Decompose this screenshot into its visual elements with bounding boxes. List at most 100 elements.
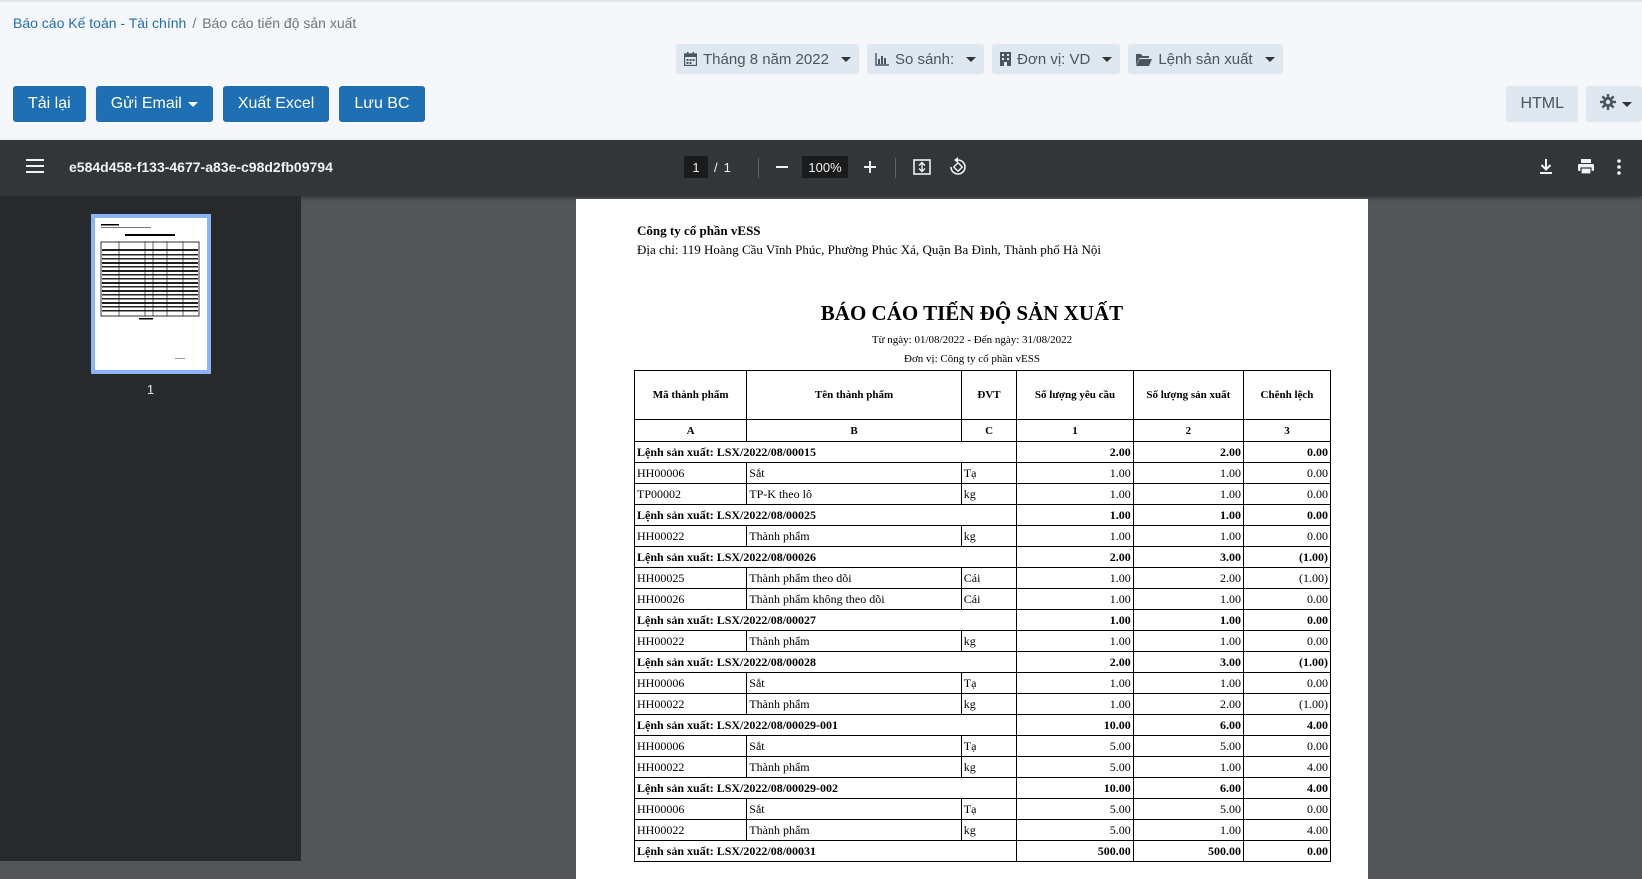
required-qty: 10.00 — [1016, 777, 1134, 799]
required-qty: 2.00 — [1016, 441, 1134, 463]
compare-filter-dropdown[interactable]: So sánh: — [866, 44, 985, 74]
calendar-icon — [684, 52, 697, 66]
produced-qty: 1.00 — [1132, 504, 1244, 526]
report-date-range: Từ ngày: 01/08/2022 - Đến ngày: 31/08/20… — [871, 334, 1073, 346]
reload-button[interactable]: Tải lại — [13, 86, 86, 122]
unit-of-measure: kg — [960, 756, 1018, 778]
product-code: HH00006 — [633, 672, 748, 694]
unit-of-measure: Tạ — [960, 798, 1018, 820]
product-name: Sắt — [746, 462, 962, 484]
page-separator: / — [714, 159, 718, 175]
chevron-down-icon — [1102, 56, 1113, 62]
company-name: Công ty cổ phần vESS — [637, 223, 761, 238]
required-qty: 1.00 — [1016, 630, 1134, 652]
breadcrumb-separator: / — [192, 15, 197, 31]
production-order-filter-dropdown[interactable]: Lệnh sản xuất — [1128, 44, 1283, 74]
chevron-down-icon — [1264, 56, 1275, 62]
print-icon[interactable] — [1576, 156, 1596, 183]
page-total: 1 — [723, 159, 731, 175]
send-email-label: Gửi Email — [110, 95, 182, 112]
product-code: HH00006 — [633, 462, 748, 484]
table-row: HH00022 Thành phẩm kg 5.00 1.00 4.00 — [633, 756, 1332, 778]
column-code: C — [960, 419, 1018, 442]
fit-to-page-icon[interactable] — [912, 156, 932, 183]
table-row: HH00022 Thành phẩm kg 1.00 1.00 0.00 — [633, 525, 1332, 547]
filter-bar: Tháng 8 năm 2022 So sánh: Đơn vị: VD Lện… — [676, 44, 1283, 74]
production-order-label: Lệnh sản xuất: LSX/2022/08/00029-002 — [633, 777, 1018, 799]
required-qty: 1.00 — [1016, 483, 1134, 505]
breadcrumb-link-accounting-reports[interactable]: Báo cáo Kế toán - Tài chính — [13, 15, 186, 31]
required-qty: 1.00 — [1016, 672, 1134, 694]
chevron-down-icon — [1622, 101, 1632, 107]
product-code: HH00022 — [633, 819, 748, 841]
rotate-icon[interactable] — [948, 156, 968, 183]
unit-of-measure: kg — [960, 525, 1018, 547]
product-code: HH00006 — [633, 798, 748, 820]
zoom-level-input[interactable]: 100% — [802, 156, 848, 178]
compare-filter-label: So sánh: — [894, 50, 955, 68]
table-row: HH00006 Sắt Tạ 5.00 5.00 0.00 — [633, 735, 1332, 757]
required-qty: 10.00 — [1016, 714, 1134, 736]
difference-qty: 0.00 — [1242, 672, 1332, 694]
product-name: Thành phẩm — [746, 630, 962, 652]
column-header: Mã thành phẩm — [633, 370, 748, 420]
produced-qty: 6.00 — [1132, 777, 1244, 799]
difference-qty: (1.00) — [1242, 693, 1332, 715]
table-row: HH00026 Thành phẩm không theo dõi Cái 1.00 1… — [633, 588, 1332, 610]
production-order-filter-label: Lệnh sản xuất — [1158, 50, 1253, 68]
zoom-in-icon[interactable] — [860, 156, 880, 183]
product-name: Thành phẩm — [746, 525, 962, 547]
hamburger-menu-icon[interactable] — [26, 159, 44, 178]
product-name: Thành phẩm theo dõi — [746, 567, 962, 589]
product-code: HH00022 — [633, 756, 748, 778]
product-name: Thành phẩm không theo dõi — [746, 588, 962, 610]
produced-qty: 1.00 — [1132, 609, 1244, 631]
required-qty: 2.00 — [1016, 546, 1134, 568]
settings-dropdown-button[interactable] — [1586, 86, 1642, 122]
produced-qty: 2.00 — [1132, 567, 1244, 589]
period-filter-dropdown[interactable]: Tháng 8 năm 2022 — [676, 44, 859, 74]
difference-qty: 4.00 — [1242, 819, 1332, 841]
produced-qty: 5.00 — [1132, 798, 1244, 820]
send-email-button[interactable]: Gửi Email — [95, 86, 213, 122]
required-qty: 5.00 — [1016, 819, 1134, 841]
table-row: HH00025 Thành phẩm theo dõi Cái 1.00 2.00 (1.… — [633, 567, 1332, 589]
product-name: Thành phẩm — [746, 693, 962, 715]
production-order-group-row: Lệnh sản xuất: LSX/2022/08/00029-002 10.0… — [633, 777, 1332, 799]
product-code: HH00022 — [633, 525, 748, 547]
report-unit: Đơn vị: Công ty cổ phần vESS — [904, 353, 1040, 365]
gear-icon — [1600, 93, 1616, 115]
unit-filter-dropdown[interactable]: Đơn vị: VD — [992, 44, 1121, 74]
download-icon[interactable] — [1536, 156, 1556, 183]
column-header: Chênh lệch — [1242, 370, 1332, 420]
page-thumbnail[interactable] — [91, 214, 211, 374]
save-report-button[interactable]: Lưu BC — [339, 86, 425, 122]
production-order-group-row: Lệnh sản xuất: LSX/2022/08/00031 500.00 50… — [633, 840, 1332, 862]
report-title: BÁO CÁO TIẾN ĐỘ SẢN XUẤT — [820, 301, 1124, 325]
more-options-icon[interactable] — [1614, 156, 1624, 183]
export-excel-button[interactable]: Xuất Excel — [222, 86, 330, 122]
html-view-button[interactable]: HTML — [1506, 86, 1578, 122]
thumbnail-sidebar: 1 — [0, 196, 301, 861]
produced-qty: 6.00 — [1132, 714, 1244, 736]
unit-of-measure: Tạ — [960, 735, 1018, 757]
page-number-input[interactable]: 1 — [684, 156, 708, 178]
difference-qty: 0.00 — [1242, 441, 1332, 463]
unit-of-measure: kg — [960, 630, 1018, 652]
difference-qty: 0.00 — [1242, 462, 1332, 484]
zoom-out-icon[interactable] — [772, 156, 792, 183]
produced-qty: 1.00 — [1132, 525, 1244, 547]
difference-qty: 4.00 — [1242, 714, 1332, 736]
toolbar-divider — [895, 158, 896, 178]
production-order-label: Lệnh sản xuất: LSX/2022/08/00015 — [633, 441, 1018, 463]
difference-qty: 4.00 — [1242, 777, 1332, 799]
app-header: Báo cáo Kế toán - Tài chính / Báo cáo ti… — [0, 0, 1642, 140]
table-header-row: Mã thành phẩm Tên thành phẩm ĐVT Số lượn… — [633, 370, 1332, 420]
required-qty: 1.00 — [1016, 693, 1134, 715]
right-actions: HTML — [1506, 86, 1642, 122]
table-row: HH00006 Sắt Tạ 1.00 1.00 0.00 — [633, 462, 1332, 484]
unit-of-measure: kg — [960, 819, 1018, 841]
pdf-page: Công ty cổ phần vESS Địa chỉ: 119 Hoàng … — [576, 199, 1368, 879]
chevron-down-icon — [187, 101, 198, 107]
produced-qty: 1.00 — [1132, 588, 1244, 610]
